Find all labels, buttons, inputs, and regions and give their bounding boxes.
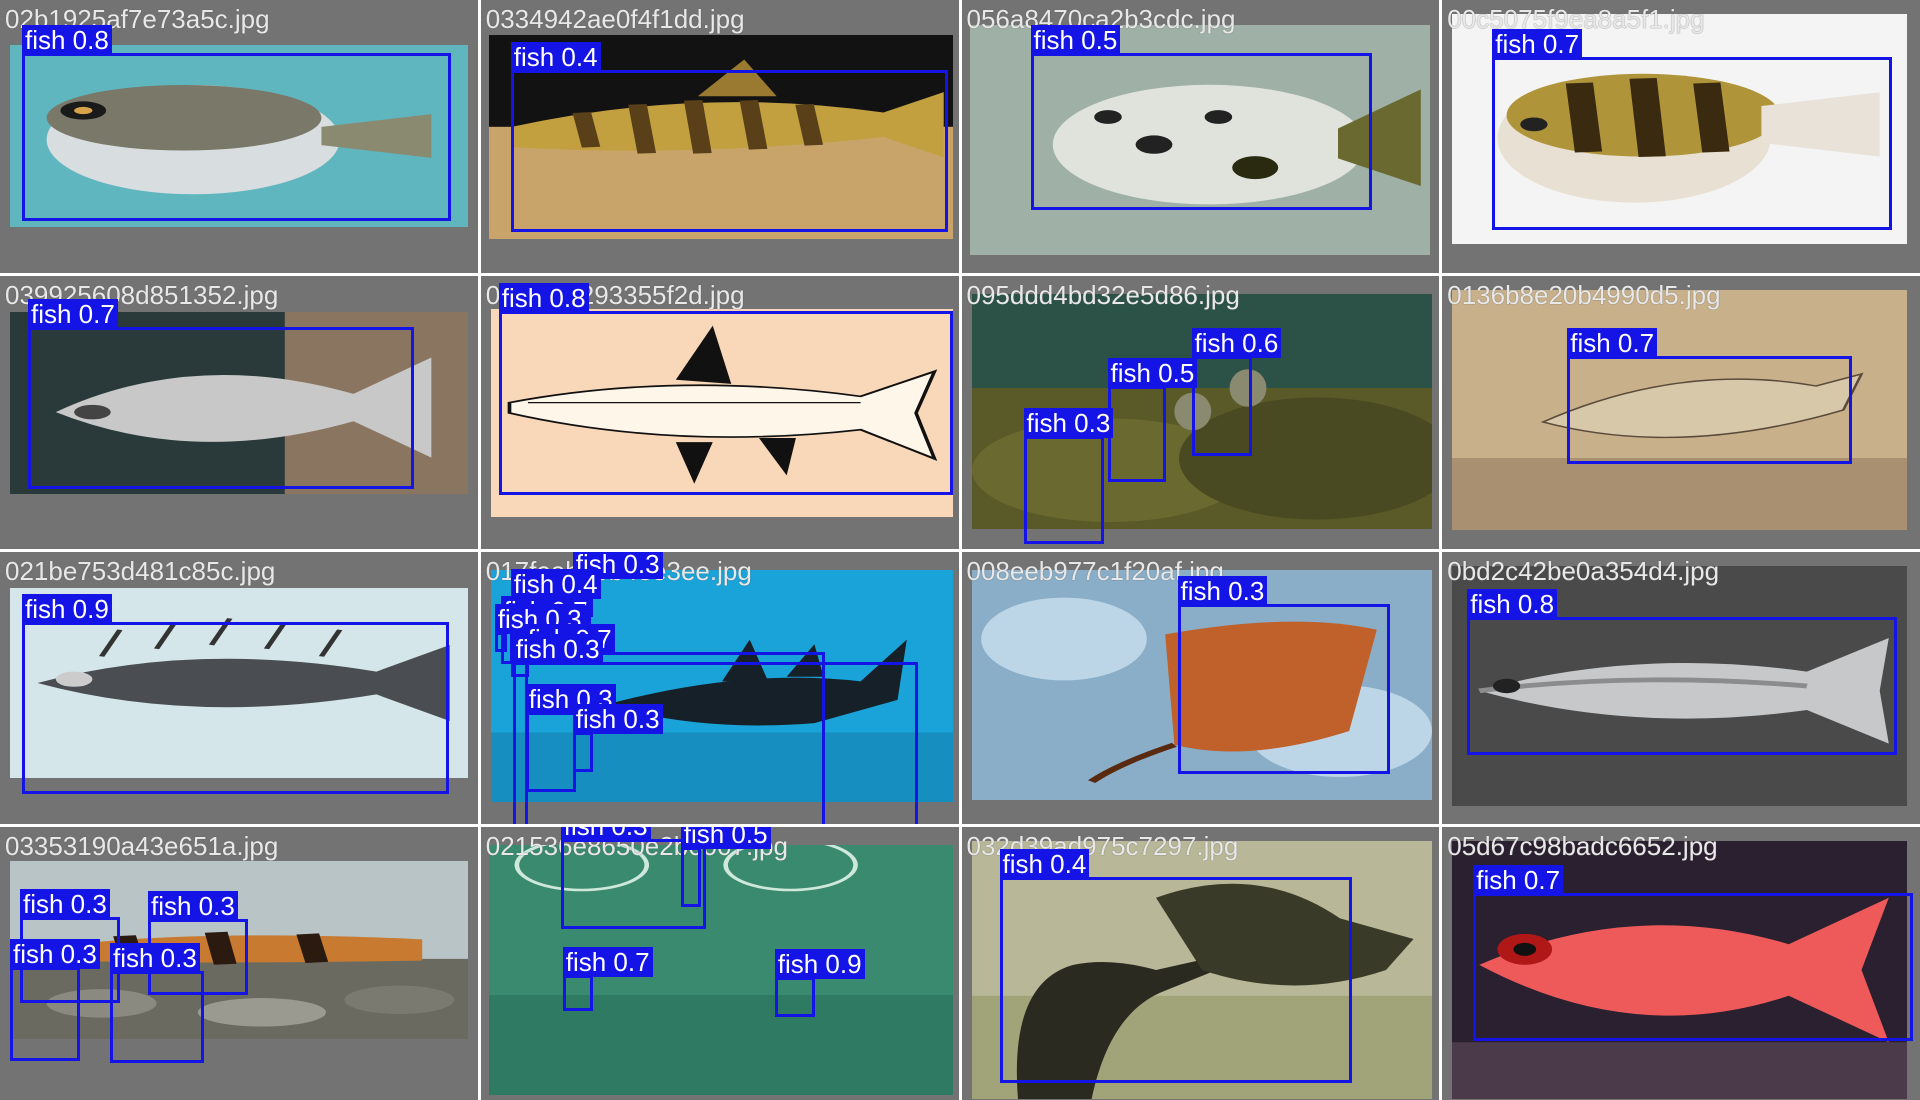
detection-label: fish 0.5 (1030, 25, 1121, 55)
detection-label: fish 0.8 (1467, 588, 1558, 619)
tile-photo (488, 845, 953, 1096)
tile-filename: 095ddd4bd32e5d86.jpg (966, 279, 1240, 310)
detection-box: fish 0.9 (22, 593, 449, 794)
detection-label: fish 0.3 (560, 827, 651, 842)
detection-box: fish 0.3 (494, 603, 585, 652)
detection-label: fish 0.8 (22, 25, 112, 55)
detection-box: fish 0.5 (1107, 357, 1198, 482)
detection-box: fish 0.4 (999, 849, 1352, 1084)
detection-box: fish 0.3 (1177, 575, 1390, 774)
detection-box: fish 0.9 (774, 949, 865, 1018)
detection-label: fish 0.3 (512, 633, 603, 664)
detection-label: fish 0.3 (10, 939, 100, 970)
tile-filename: 0136b8e20b4990d5.jpg (1447, 279, 1721, 310)
image-tile: 0334942ae0f4f1dd.jpg fish 0.4 (480, 0, 959, 273)
image-tile: 0bd2c42be0a354d4.jpg fish 0.8 (1442, 551, 1920, 825)
detection-box: fish 0.3 (572, 703, 663, 772)
tile-filename: 021be753d481c85c.jpg (5, 555, 276, 586)
image-tile: 0f8d0b8293355f2d.jpg fish 0.8 (480, 275, 959, 549)
detection-box: fish 0.8 (1467, 588, 1898, 755)
detection-label: fish 0.9 (22, 593, 112, 624)
detection-box: fish 0.5 (1030, 25, 1372, 210)
detection-label: fish 0.6 (1191, 327, 1282, 358)
tile-filename: 05d67c98badc6652.jpg (1447, 831, 1718, 862)
tile-filename: 0bd2c42be0a354d4.jpg (1447, 555, 1720, 586)
detection-box: fish 0.3 (10, 939, 100, 1062)
detection-box: fish 0.3 (1023, 407, 1114, 544)
detection-label: fish 0.7 (28, 298, 118, 329)
image-tile: 017feab40b43e3ee.jpgfish 0.3fish 0.4fish… (480, 551, 959, 825)
image-tile: 00c5075f9ea8a5f1.jpg fish 0.7 (1442, 0, 1920, 273)
detection-box: fish 0.8 (498, 282, 953, 495)
image-tile: 03353190a43e651a.jpg fish 0.3 fish 0.3 fish… (0, 827, 478, 1100)
detection-box: fish 0.7 (1473, 865, 1914, 1042)
detection-label: fish 0.7 (562, 947, 653, 978)
detection-box: fish 0.7 (562, 947, 653, 1012)
detection-box: fish 0.4 (510, 42, 948, 232)
image-tile: 095ddd4bd32e5d86.jpg fish 0.6 fish 0.5 fish… (961, 275, 1440, 549)
detection-label: fish 0.3 (148, 891, 238, 922)
detection-label: fish 0.3 (572, 703, 663, 734)
image-tile: 039925608d851352.jpg fish 0.7 (0, 275, 478, 549)
detection-label: fish 0.3 (1177, 575, 1268, 606)
image-tile: 056a8470ca2b3cdc.jpg fish 0.5 (961, 0, 1440, 273)
detection-box: fish 0.8 (22, 25, 451, 221)
detection-label: fish 0.5 (680, 827, 771, 850)
image-tile: 0136b8e20b4990d5.jpg fish 0.7 (1442, 275, 1920, 549)
detection-box: fish 0.7 (28, 298, 414, 489)
detection-label: fish 0.3 (20, 889, 110, 920)
detection-box: fish 0.3 (525, 683, 616, 792)
tile-filename: 0334942ae0f4f1dd.jpg (485, 4, 745, 34)
detection-label: fish 0.7 (1473, 865, 1564, 896)
image-tile: 02b1925af7e73a5c.jpg fish 0.8 (0, 0, 478, 273)
image-tile: 021536e8650e2b0007.jpgfish 0.3fish 0.5fi… (480, 827, 959, 1100)
detection-box: fish 0.7 (1567, 327, 1853, 464)
detection-label: fish 0.4 (510, 42, 601, 72)
detection-box: fish 0.5 (680, 827, 771, 908)
detection-label: fish 0.5 (1107, 357, 1198, 388)
detection-grid: 02b1925af7e73a5c.jpg fish 0.8 0334942ae0f… (0, 0, 1920, 1100)
detection-label: fish 0.4 (510, 568, 601, 599)
detection-label: fish 0.3 (110, 943, 200, 974)
tile-filename: 03353190a43e651a.jpg (5, 831, 279, 862)
detection-label: fish 0.7 (1567, 327, 1658, 358)
detection-label: fish 0.8 (498, 282, 589, 313)
image-tile: 05d67c98badc6652.jpg fish 0.7 (1442, 827, 1920, 1100)
image-tile: 032d39ad975c7297.jpg fish 0.4 (961, 827, 1440, 1100)
detection-label: fish 0.3 (1023, 407, 1114, 438)
detection-label: fish 0.9 (774, 949, 865, 980)
image-tile: 021be753d481c85c.jpg fish 0.9 (0, 551, 478, 825)
detection-box: fish 0.7 (1492, 29, 1893, 230)
detection-label: fish 0.4 (999, 849, 1090, 880)
detection-box: fish 0.3 (110, 943, 204, 1064)
image-tile: 008eeb977c1f20af.jpg fish 0.3 (961, 551, 1440, 825)
detection-box: fish 0.6 (1191, 327, 1282, 456)
detection-label: fish 0.7 (1492, 29, 1583, 59)
